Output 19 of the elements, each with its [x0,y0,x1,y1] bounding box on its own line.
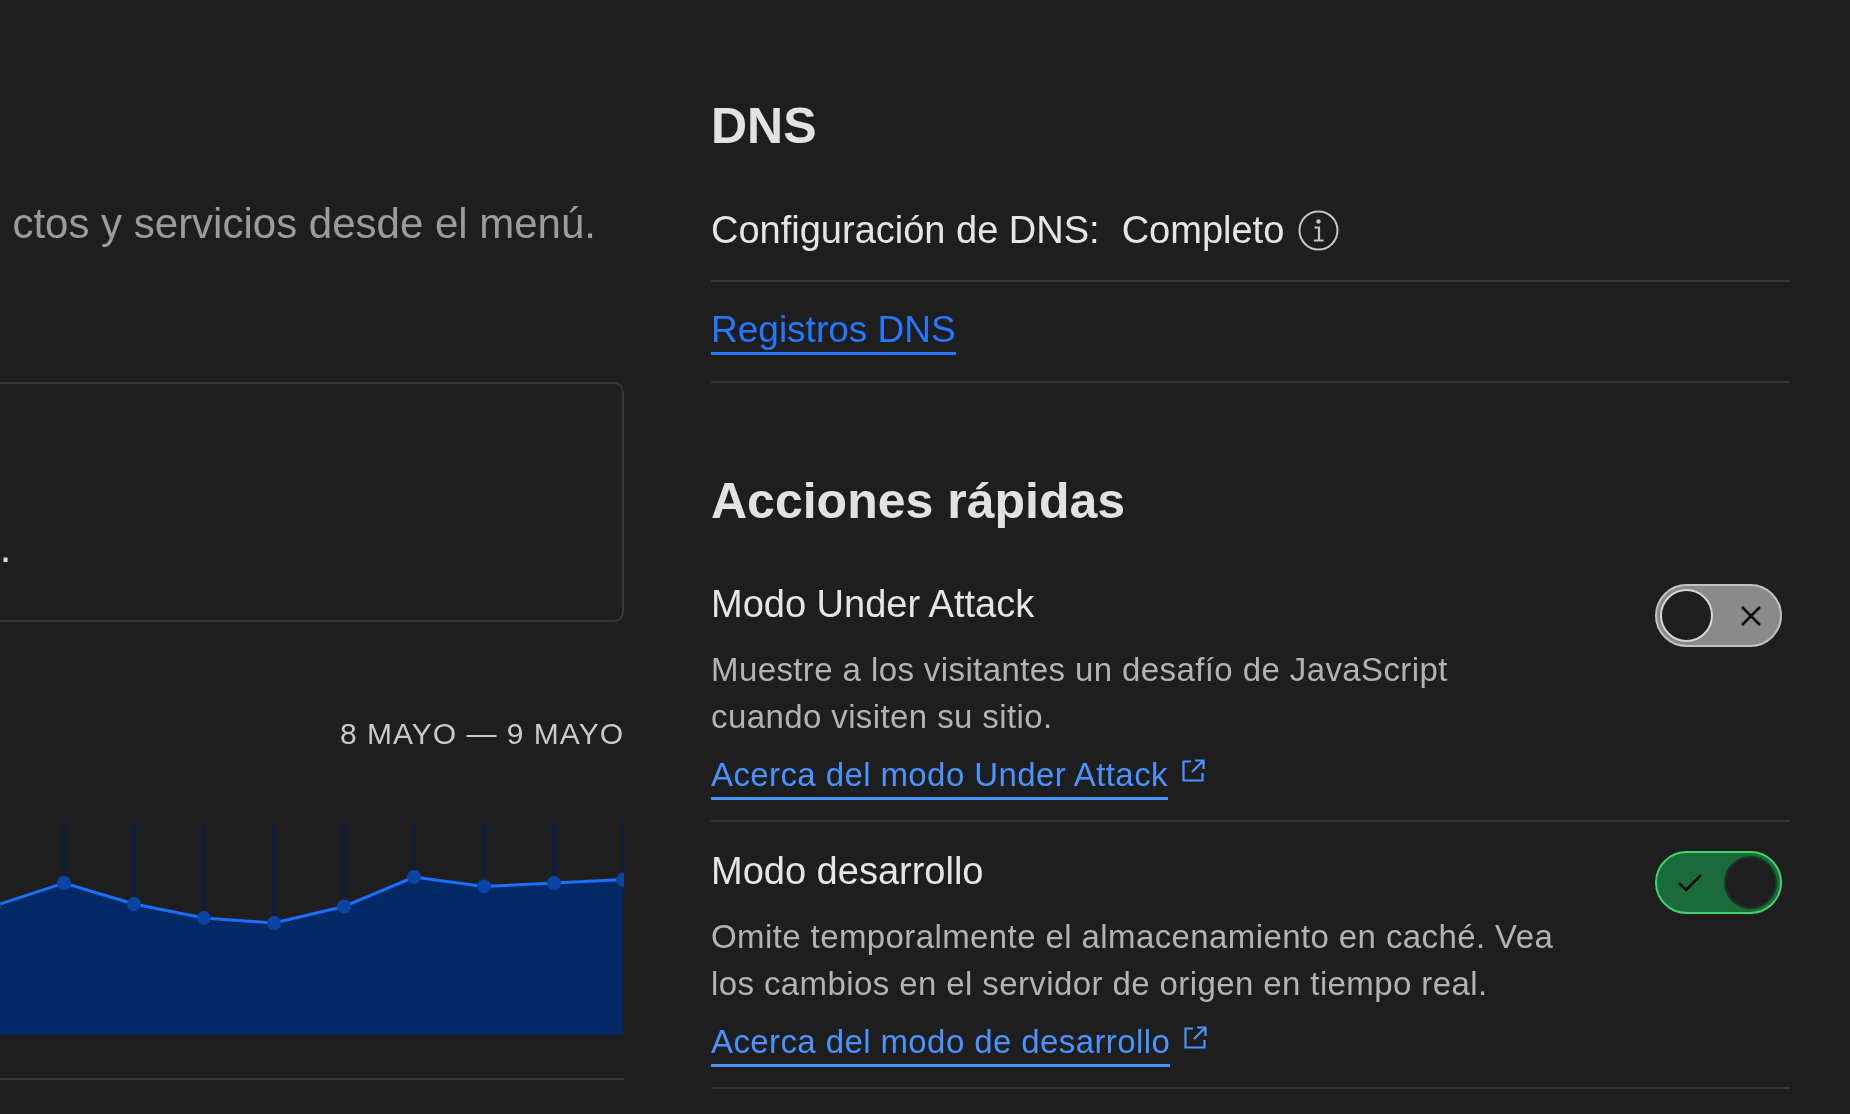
help-link[interactable]: Acerca del modo de desarrollo [711,1020,1171,1067]
setup-value: Completo [1121,208,1285,253]
section-heading: DNS [711,97,817,156]
external-link-icon [1179,757,1206,784]
card-text: . [0,525,12,572]
help-link[interactable]: Acerca del modo Under Attack [711,753,1168,800]
dns-records-link[interactable]: Registros DNS [711,308,956,355]
external-link-icon [1182,1024,1209,1051]
setting-description: Omite temporalmente el almacenamiento en caché. Vea los cambios en el servidor de origen en tiempo real. [711,917,1554,1004]
setting-title: Modo Under Attack [711,582,1035,627]
intro-text: ctos y servicios desde el menú. [11,200,596,248]
check-icon [1677,872,1703,893]
setting-title: Modo desarrollo [711,849,984,894]
info-icon[interactable] [1298,209,1340,251]
x-mark-icon [1740,604,1762,627]
setting-description: Muestre a los visitantes un desafío de JavaScript cuando visiten su sitio. [711,650,1448,737]
date-range: 8 MAYO — 9 MAYO [340,716,624,752]
setup-label: Configuración de DNS: [711,208,1100,253]
section-heading: Acciones rápidas [711,472,1126,531]
